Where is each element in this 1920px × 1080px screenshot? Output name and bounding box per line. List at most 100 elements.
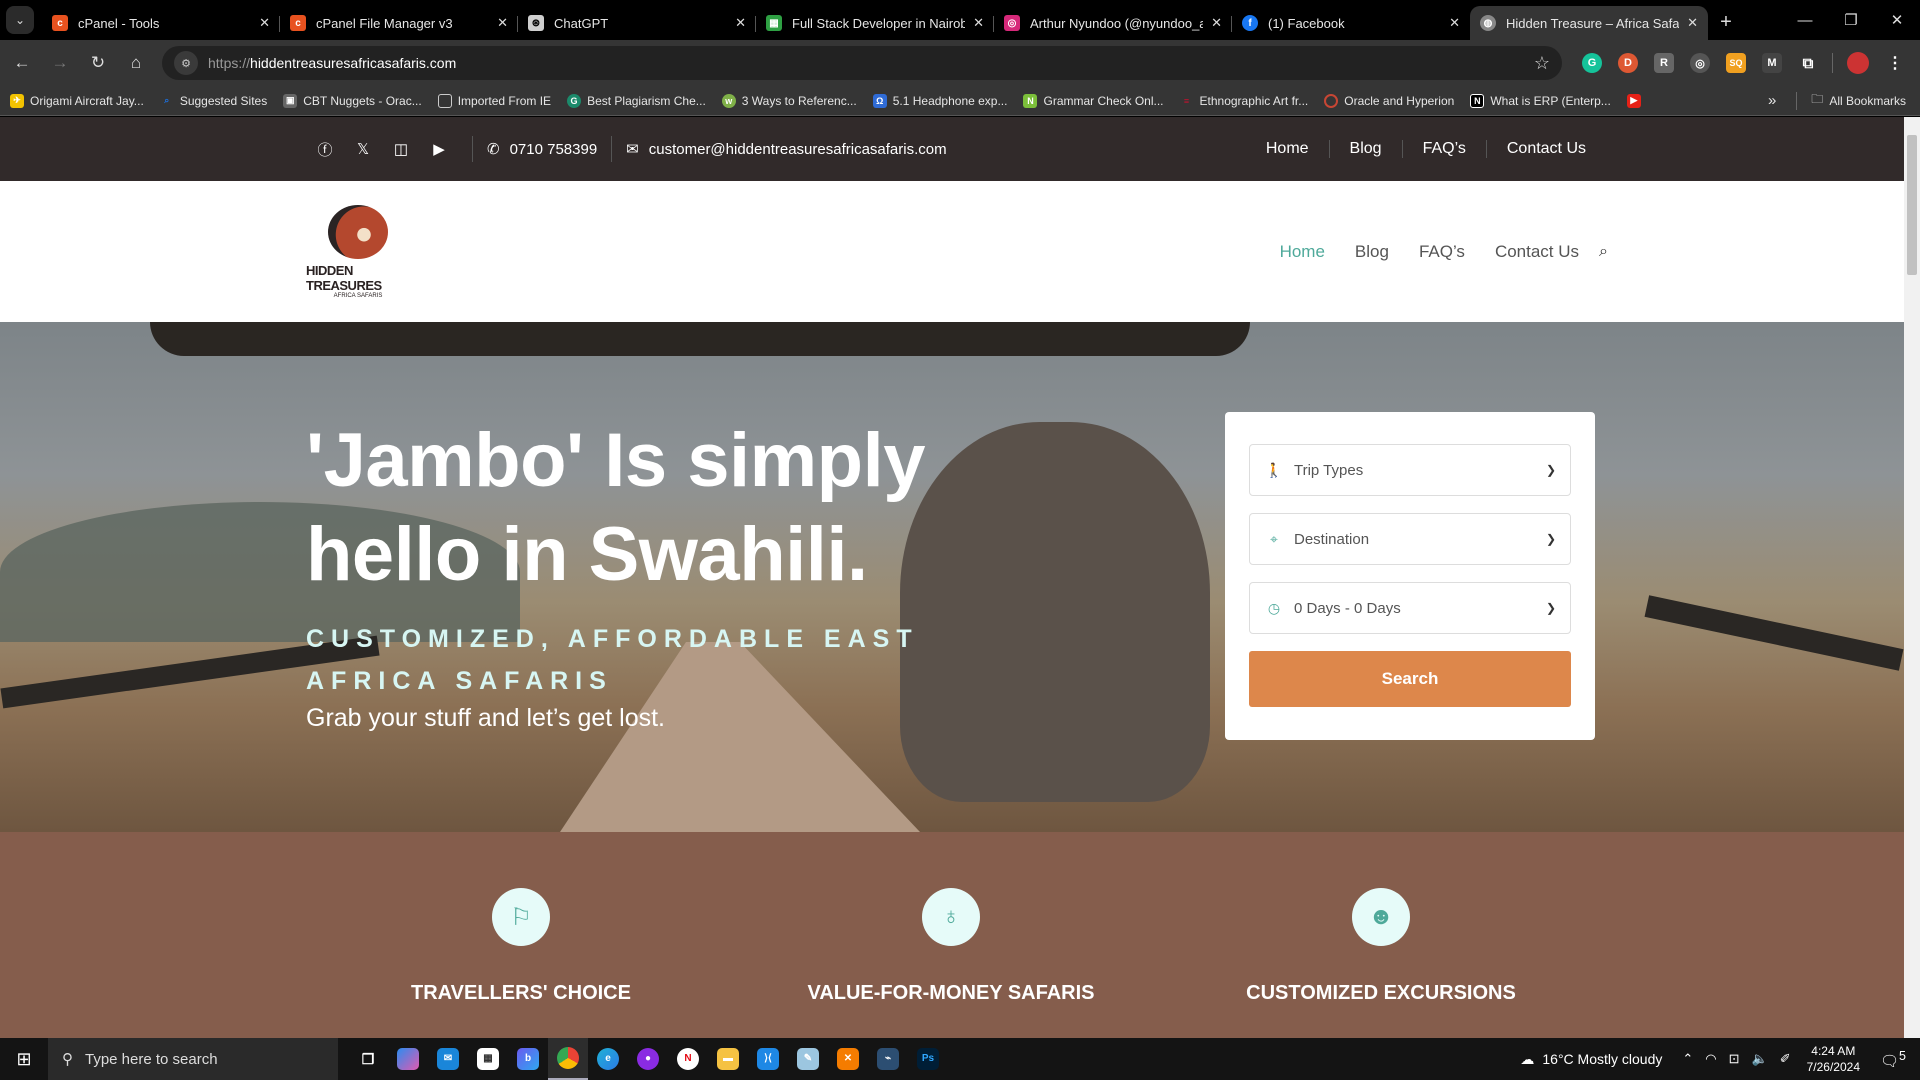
notifications-icon[interactable]: 🗨5 <box>1880 1049 1906 1070</box>
topnav-faqs[interactable]: FAQ’s <box>1403 140 1487 158</box>
topnav-blog[interactable]: Blog <box>1330 140 1403 158</box>
close-tab-icon[interactable]: ✕ <box>1211 15 1222 31</box>
chrome-menu-icon[interactable]: ⋮ <box>1885 53 1905 73</box>
close-tab-icon[interactable]: ✕ <box>1687 15 1698 31</box>
close-tab-icon[interactable]: ✕ <box>735 15 746 31</box>
youtube-icon[interactable]: ▶ <box>420 140 458 158</box>
url-text[interactable]: https://hiddentreasuresafricasafaris.com <box>208 55 456 71</box>
destination-select[interactable]: ⌖ Destination ❯ <box>1249 513 1571 565</box>
pen-icon[interactable]: ✐ <box>1780 1051 1791 1067</box>
email-address[interactable]: customer@hiddentreasuresafricasafaris.co… <box>649 141 947 158</box>
windows-start-icon[interactable]: ⊞ <box>0 1049 48 1070</box>
camera-icon[interactable]: ⊡ <box>1729 1051 1740 1067</box>
bookmarks-overflow-icon[interactable]: » <box>1768 92 1776 109</box>
sq-extension-icon[interactable]: SQ <box>1726 53 1746 73</box>
notepad-icon[interactable]: ✎ <box>788 1038 828 1080</box>
forward-icon[interactable]: → <box>44 53 76 73</box>
home-icon[interactable]: ⌂ <box>120 53 152 73</box>
tab[interactable]: ⊛ ChatGPT ✕ <box>518 6 756 40</box>
nav-blog[interactable]: Blog <box>1355 242 1389 262</box>
tab-search-button[interactable]: ⌄ <box>6 6 34 34</box>
store-icon[interactable]: ▦ <box>468 1038 508 1080</box>
close-tab-icon[interactable]: ✕ <box>1449 15 1460 31</box>
tab[interactable]: c cPanel - Tools ✕ <box>42 6 280 40</box>
profile-avatar[interactable] <box>1847 52 1869 74</box>
bookmark-item[interactable]: ≡ Ethnographic Art fr... <box>1180 94 1308 108</box>
weather-text[interactable]: 16°C Mostly cloudy <box>1542 1051 1662 1067</box>
reader-extension-icon[interactable]: R <box>1654 53 1674 73</box>
bookmark-item[interactable]: Ω 5.1 Headphone exp... <box>872 93 1007 108</box>
duckduckgo-extension-icon[interactable]: D <box>1618 53 1638 73</box>
nav-home[interactable]: Home <box>1280 242 1325 262</box>
vscode-icon[interactable]: ⟩⟨ <box>748 1038 788 1080</box>
nav-faqs[interactable]: FAQ’s <box>1419 242 1465 262</box>
bookmark-star-icon[interactable]: ☆ <box>1534 53 1550 74</box>
instagram-icon[interactable]: ◫ <box>382 140 420 158</box>
extensions-puzzle-icon[interactable]: ⧉ <box>1798 53 1818 73</box>
all-bookmarks-button[interactable]: All Bookmarks <box>1829 94 1906 108</box>
nav-contact[interactable]: Contact Us <box>1495 242 1579 262</box>
duration-select[interactable]: ◷ 0 Days - 0 Days ❯ <box>1249 582 1571 634</box>
tab[interactable]: ▦ Full Stack Developer in Nairobi ✕ <box>756 6 994 40</box>
wifi-icon[interactable]: ◠ <box>1705 1051 1716 1067</box>
close-tab-icon[interactable]: ✕ <box>973 15 984 31</box>
close-tab-icon[interactable]: ✕ <box>259 15 270 31</box>
search-button[interactable]: Search <box>1249 651 1571 707</box>
bing-icon[interactable]: b <box>508 1038 548 1080</box>
mysql-workbench-icon[interactable]: ⌁ <box>868 1038 908 1080</box>
task-view-icon[interactable]: ❒ <box>348 1038 388 1080</box>
bookmark-item[interactable]: G Best Plagiarism Che... <box>567 93 706 108</box>
close-window-icon[interactable]: ✕ <box>1874 11 1920 29</box>
chrome-icon[interactable] <box>548 1038 588 1080</box>
address-bar[interactable]: ⚙ https://hiddentreasuresafricasafaris.c… <box>162 46 1562 80</box>
netflix-icon[interactable]: N <box>668 1038 708 1080</box>
show-hidden-icons[interactable]: ⌃ <box>1682 1051 1693 1067</box>
tab-active[interactable]: ◍ Hidden Treasure – Africa Safari ✕ <box>1470 6 1708 40</box>
bookmark-item[interactable]: ⌕ Suggested Sites <box>160 94 267 108</box>
bookmark-item[interactable]: ▣ CBT Nuggets - Orac... <box>283 93 422 108</box>
restore-icon[interactable]: ❐ <box>1828 11 1874 29</box>
back-icon[interactable]: ← <box>6 53 38 73</box>
new-tab-button[interactable]: + <box>1708 11 1744 34</box>
site-logo[interactable]: HIDDEN TREASURES AFRICA SAFARIS <box>306 204 410 299</box>
site-settings-icon[interactable]: ⚙ <box>174 51 198 75</box>
mail-icon[interactable]: ✉ <box>428 1038 468 1080</box>
grammarly-extension-icon[interactable]: G <box>1582 53 1602 73</box>
topnav-contact[interactable]: Contact Us <box>1487 140 1606 158</box>
phone-number[interactable]: 0710 758399 <box>510 141 598 158</box>
tab[interactable]: ◎ Arthur Nyundoo (@nyundoo_a ✕ <box>994 6 1232 40</box>
page-scrollbar[interactable] <box>1904 117 1920 1038</box>
bookmark-item[interactable]: w3 Ways to Referenc... <box>721 93 857 108</box>
bookmark-youtube[interactable]: ▶ <box>1626 93 1647 108</box>
facebook-icon[interactable]: ⓕ <box>306 139 344 160</box>
minimize-icon[interactable]: — <box>1782 12 1828 29</box>
file-explorer-icon[interactable]: ▬ <box>708 1038 748 1080</box>
x-twitter-icon[interactable]: 𝕏 <box>344 140 382 158</box>
copilot-icon[interactable] <box>388 1038 428 1080</box>
game-app-icon[interactable]: ● <box>628 1038 668 1080</box>
edge-icon[interactable]: e <box>588 1038 628 1080</box>
tab[interactable]: c cPanel File Manager v3 ✕ <box>280 6 518 40</box>
close-tab-icon[interactable]: ✕ <box>497 15 508 31</box>
photoshop-icon[interactable]: Ps <box>908 1038 948 1080</box>
tab[interactable]: f (1) Facebook ✕ <box>1232 6 1470 40</box>
bookmark-item[interactable]: N What is ERP (Enterp... <box>1470 93 1611 108</box>
weather-icon[interactable]: ☁ <box>1520 1051 1534 1068</box>
m-extension-icon[interactable]: M <box>1762 53 1782 73</box>
search-icon[interactable]: ⌕ <box>1599 243 1608 261</box>
bookmark-item[interactable]: ✈ Origami Aircraft Jay... <box>10 93 144 108</box>
clock[interactable]: 4:24 AM 7/26/2024 <box>1807 1043 1860 1075</box>
target-extension-icon[interactable]: ◎ <box>1690 53 1710 73</box>
volume-icon[interactable]: 🔈 <box>1752 1051 1768 1067</box>
topnav-home[interactable]: Home <box>1246 140 1330 158</box>
bookmark-item[interactable]: N Grammar Check Onl... <box>1023 93 1164 108</box>
taskbar-search-box[interactable]: ⚲ Type here to search <box>48 1038 338 1080</box>
scrollbar-thumb[interactable] <box>1907 135 1917 275</box>
bookmark-folder[interactable]: Imported From IE <box>437 93 551 108</box>
bookmark-item[interactable]: Oracle and Hyperion <box>1324 93 1454 108</box>
trip-types-select[interactable]: 🚶 Trip Types ❯ <box>1249 444 1571 496</box>
reload-icon[interactable]: ↻ <box>82 53 114 73</box>
feature-item: ☻ CUSTOMIZED EXCURSIONS <box>1166 832 1596 1038</box>
xampp-icon[interactable]: ✕ <box>828 1038 868 1080</box>
divider <box>472 136 473 162</box>
